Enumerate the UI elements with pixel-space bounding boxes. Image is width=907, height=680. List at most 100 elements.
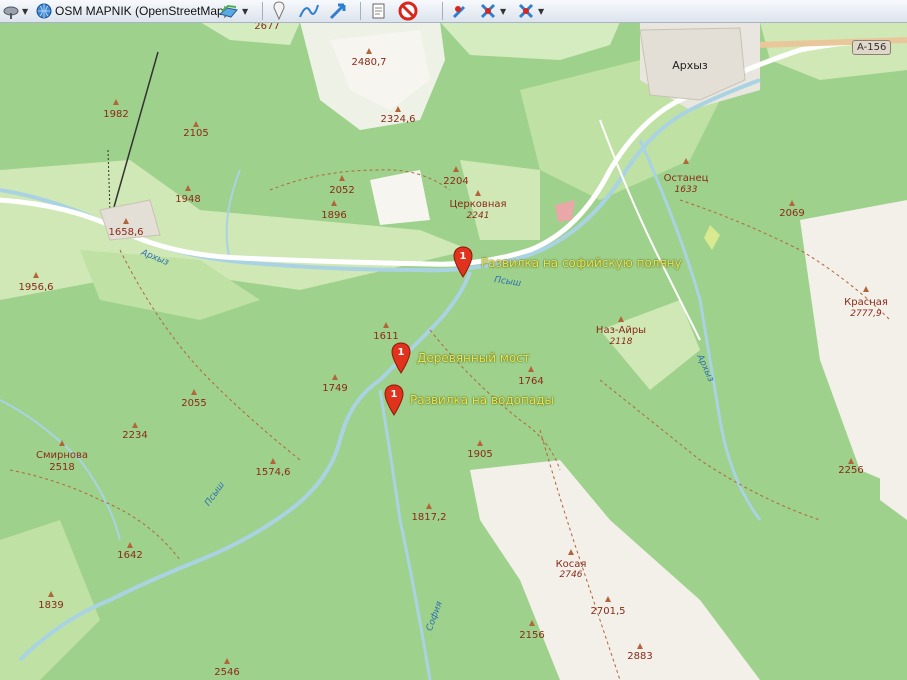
waypoint-number: 1: [398, 347, 405, 358]
peak-marker: [193, 121, 199, 127]
peak-marker: [339, 175, 345, 181]
peak-marker: [848, 458, 854, 464]
peak-marker: [683, 158, 689, 164]
no-entry-icon: [398, 1, 418, 21]
notes-icon: [372, 3, 385, 19]
peak-elevation: 1611: [373, 331, 399, 342]
peak-marker: [59, 440, 65, 446]
peak-elevation: 2677: [254, 22, 280, 32]
chevron-down-icon: ▼: [538, 6, 545, 16]
peak-marker: [637, 643, 643, 649]
satellite-icon: [452, 5, 466, 19]
route-button[interactable]: [298, 0, 320, 22]
peak-marker: [132, 422, 138, 428]
peak-marker: [863, 286, 869, 292]
peak-marker: [453, 166, 459, 172]
peak-elevation: 2069: [779, 208, 805, 219]
gps-track-button[interactable]: [450, 0, 470, 22]
peak-elevation: 2324,6: [380, 114, 416, 125]
peak-elevation: 1658,6: [108, 227, 144, 238]
waypoint-label: Деревянный мост: [417, 351, 530, 365]
route-icon: [299, 4, 319, 18]
peak-marker: [475, 190, 481, 196]
peak-name: Красная: [844, 297, 888, 308]
peak-marker: [127, 542, 133, 548]
waypoint-pin[interactable]: 1: [384, 384, 404, 416]
peak-elevation: 2055: [181, 398, 207, 409]
peak-marker: [191, 389, 197, 395]
peak-elevation: 1956,6: [18, 282, 54, 293]
peak-marker: [383, 322, 389, 328]
peak-elevation: 1896: [321, 210, 347, 221]
map-pin-icon: 1: [384, 384, 404, 416]
peak-marker: [270, 458, 276, 464]
peak-marker: [605, 596, 611, 602]
notes-button[interactable]: [368, 0, 388, 22]
peak-elevation: 2156: [519, 630, 545, 641]
peak-elevation: 1817,2: [411, 512, 447, 523]
peak-marker: [113, 99, 119, 105]
waypoint-number: 1: [460, 251, 467, 262]
peak-name: Наз-Айры: [595, 325, 647, 336]
chevron-down-icon: ▼: [22, 6, 29, 16]
peak-marker: [123, 218, 129, 224]
peak-marker: [33, 272, 39, 278]
waypoint-pin[interactable]: 1: [391, 342, 411, 374]
map-view[interactable]: A-156 Архыз 2677 2480,7 1982 2105 2324,6…: [0, 22, 907, 680]
peak-elevation: 2256: [838, 465, 864, 476]
peak-elevation: 2480,7: [351, 57, 387, 68]
globe-icon: [36, 3, 52, 19]
peak-name: Косая: [555, 559, 587, 570]
waypoint-button[interactable]: [270, 0, 288, 22]
peak-elevation: 2883: [627, 651, 653, 662]
peak-marker: [529, 620, 535, 626]
satellite-dish-icon: [3, 6, 19, 19]
gps-button[interactable]: ▼: [2, 0, 28, 22]
map-layer-selector[interactable]: OSM MAPNIK (OpenStreetMap) ▼: [36, 0, 236, 22]
peak-name: Смирнова: [35, 450, 89, 461]
peak-elevation: 2105: [183, 128, 209, 139]
peak-elevation: 1905: [467, 449, 493, 460]
satellite-icon: [480, 3, 496, 19]
peak-elevation: 1839: [38, 600, 64, 611]
peak-name: Останец: [663, 173, 709, 184]
peak-marker: [224, 658, 230, 664]
peak-marker: [331, 200, 337, 206]
peak-elevation: 1749: [322, 383, 348, 394]
peak-elevation: 2701,5: [590, 606, 626, 617]
waypoint-pin[interactable]: 1: [453, 246, 473, 278]
peak-elevation: 2118: [609, 337, 633, 347]
pin-icon: [273, 1, 285, 21]
peak-marker: [618, 316, 624, 322]
peak-marker: [528, 366, 534, 372]
track-arrow-icon: [329, 3, 346, 20]
block-button[interactable]: [398, 0, 418, 22]
peak-marker: [568, 549, 574, 555]
peak-elevation: 1982: [103, 109, 129, 120]
peak-name: Церковная: [449, 199, 507, 210]
peak-marker: [789, 200, 795, 206]
peak-marker: [48, 591, 54, 597]
peak-elevation: 2546: [214, 667, 240, 678]
peak-elevation: 2204: [443, 176, 469, 187]
peak-elevation: 2746: [559, 570, 583, 580]
peak-elevation: 2234: [122, 430, 148, 441]
peak-marker: [426, 503, 432, 509]
peak-marker: [366, 48, 372, 54]
peak-elevation: 2052: [329, 185, 355, 196]
gps-settings-button[interactable]: ▼: [516, 0, 544, 22]
peak-elevation: 1948: [175, 194, 201, 205]
track-button[interactable]: [328, 0, 352, 22]
layer-label: OSM MAPNIK (OpenStreetMap): [55, 4, 228, 18]
peak-marker: [395, 106, 401, 112]
satellite-icon: [518, 3, 534, 19]
gps-follow-button[interactable]: ▼: [478, 0, 506, 22]
peak-elevation: 1764: [518, 376, 544, 387]
peak-elevation: 1642: [117, 550, 143, 561]
chevron-down-icon: ▼: [500, 6, 507, 16]
waypoint-label: Развилка на водопады: [410, 393, 554, 407]
waypoint-label: Развилка на софийскую поляну: [481, 256, 682, 270]
peak-marker: [185, 185, 191, 191]
overlay-button[interactable]: ▼: [218, 0, 248, 22]
town-label: Архыз: [672, 59, 708, 72]
